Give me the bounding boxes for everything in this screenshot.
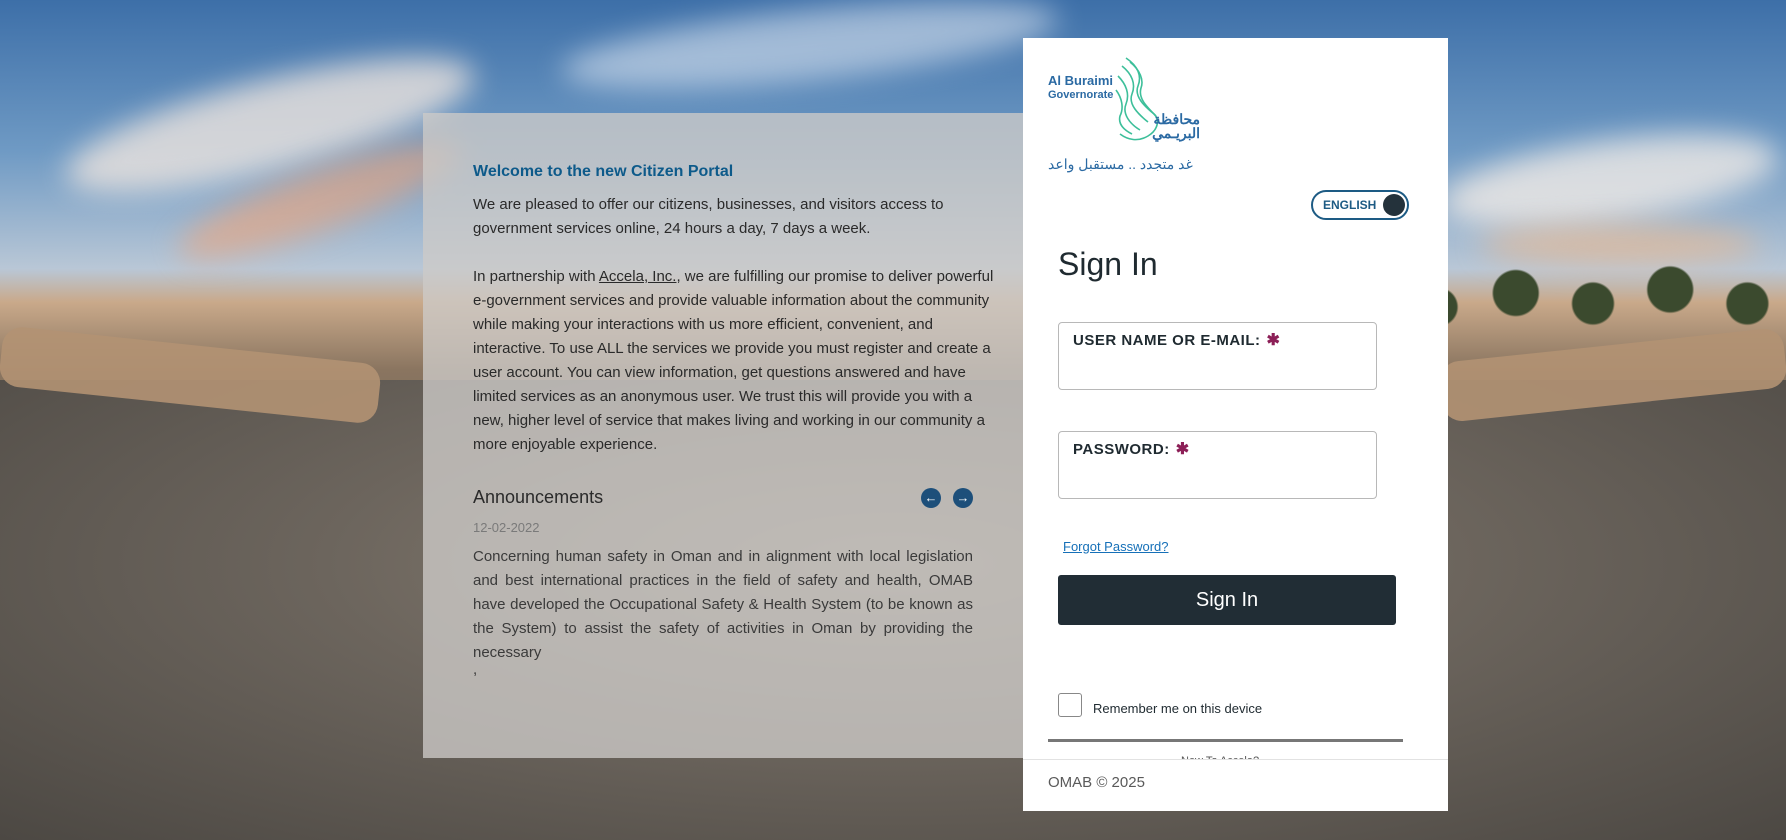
welcome-heading: Welcome to the new Citizen Portal xyxy=(473,163,734,180)
arrow-right-icon[interactable]: → xyxy=(953,487,973,508)
partnership-prefix: In partnership with xyxy=(473,268,596,285)
required-icon: ✱ xyxy=(1175,441,1190,458)
partnership-text: In partnership with Accela, Inc., we are… xyxy=(473,265,1003,457)
forgot-password-link[interactable]: Forgot Password? xyxy=(1063,539,1169,554)
password-label: PASSWORD: ✱ xyxy=(1073,439,1190,459)
arrow-left-icon[interactable]: ← xyxy=(921,487,941,508)
username-field[interactable]: USER NAME OR E-MAIL: ✱ xyxy=(1058,322,1377,390)
username-label-text: USER NAME OR E-MAIL: xyxy=(1073,332,1261,349)
password-label-text: PASSWORD: xyxy=(1073,441,1170,458)
announcement-date: 12-02-2022 xyxy=(473,520,540,535)
required-icon: ✱ xyxy=(1266,332,1281,349)
cloud xyxy=(557,0,1063,106)
logo-text-ar-line2: البريـمي xyxy=(1152,125,1200,141)
toggle-knob xyxy=(1383,194,1405,216)
announcement-body: Concerning human safety in Oman and in a… xyxy=(473,548,973,661)
logo-text-ar: محافظة البريـمي xyxy=(1140,112,1200,140)
remember-me: Remember me on this device xyxy=(1058,693,1262,717)
copyright: OMAB © 2025 xyxy=(1048,774,1145,791)
divider xyxy=(1048,739,1403,742)
signin-button[interactable]: Sign In xyxy=(1058,575,1396,625)
announcements-header: Announcements ← → xyxy=(473,487,973,508)
logo-text-en: Al Buraimi xyxy=(1048,73,1114,88)
accela-link[interactable]: Accela, Inc. xyxy=(599,268,677,285)
logo-text-ar-line1: محافظة xyxy=(1153,111,1200,127)
announcements-title: Announcements xyxy=(473,487,604,507)
partnership-suffix: , we are fulfilling our promise to deliv… xyxy=(473,268,994,453)
username-label: USER NAME OR E-MAIL: ✱ xyxy=(1073,330,1280,350)
welcome-intro: We are pleased to offer our citizens, bu… xyxy=(473,196,944,237)
language-toggle[interactable]: ENGLISH xyxy=(1311,190,1409,220)
password-field[interactable]: PASSWORD: ✱ xyxy=(1058,431,1377,499)
welcome-panel: Welcome to the new Citizen Portal We are… xyxy=(423,113,1023,758)
signin-title: Sign In xyxy=(1058,246,1158,282)
remember-checkbox[interactable] xyxy=(1058,693,1082,717)
username-input[interactable] xyxy=(1073,357,1362,383)
signin-panel: Al Buraimi Governorate محافظة البريـمي غ… xyxy=(1023,38,1448,811)
remember-label: Remember me on this device xyxy=(1093,700,1263,716)
footer: OMAB © 2025 xyxy=(1023,759,1448,811)
announcement-trailing: , xyxy=(473,661,478,678)
logo-text-en-sub: Governorate xyxy=(1048,89,1114,101)
tagline: غد متجدد .. مستقبل واعد xyxy=(1048,156,1193,172)
language-label: ENGLISH xyxy=(1323,198,1377,212)
cloud xyxy=(1480,225,1760,265)
announcements-nav: ← → xyxy=(921,487,973,508)
palm-trees xyxy=(1400,265,1786,335)
password-input[interactable] xyxy=(1073,466,1362,492)
